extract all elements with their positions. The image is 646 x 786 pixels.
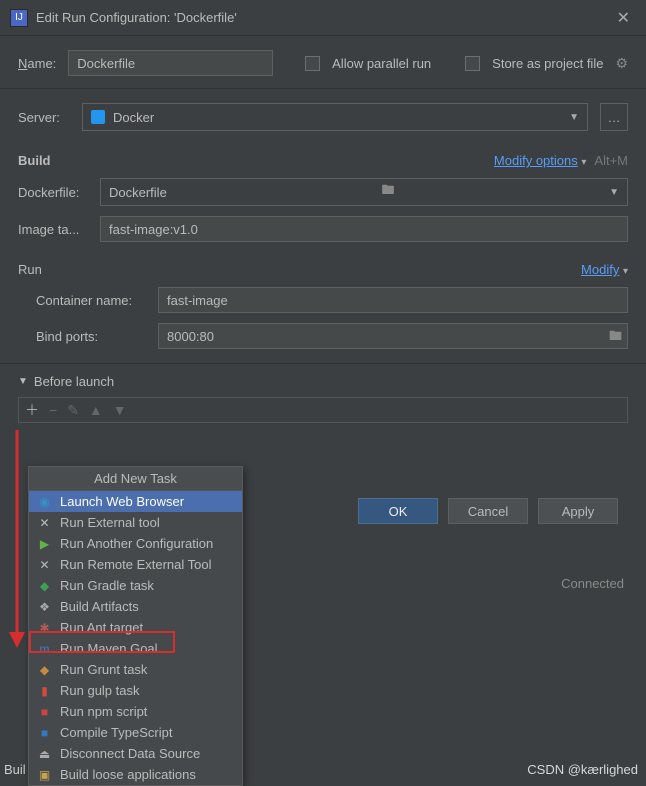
remove-button: − bbox=[49, 403, 57, 417]
cancel-button[interactable]: Cancel bbox=[448, 498, 528, 524]
titlebar: IJ Edit Run Configuration: 'Dockerfile' … bbox=[0, 0, 646, 36]
dockerfile-label: Dockerfile: bbox=[18, 185, 90, 200]
task-icon: ▮ bbox=[37, 683, 52, 698]
add-button[interactable]: ＋ bbox=[25, 403, 39, 417]
chevron-down-icon: ▾ bbox=[623, 266, 628, 277]
popup-item-label: Disconnect Data Source bbox=[60, 746, 200, 761]
folder-icon[interactable]: 🖿 bbox=[609, 327, 622, 349]
image-tag-label: Image ta... bbox=[18, 222, 90, 237]
popup-item[interactable]: ⏏ Disconnect Data Source bbox=[29, 743, 242, 764]
chevron-down-icon: ▼ bbox=[569, 112, 579, 123]
task-icon: ◆ bbox=[37, 662, 52, 677]
container-name-input[interactable] bbox=[158, 287, 628, 313]
task-icon: ▶ bbox=[37, 536, 52, 551]
task-icon: ⏏ bbox=[37, 746, 52, 761]
before-launch-toggle[interactable]: ▼ Before launch bbox=[18, 374, 628, 389]
gear-icon[interactable]: ⚙ bbox=[615, 55, 628, 72]
popup-item-label: Run Gradle task bbox=[60, 578, 154, 593]
popup-item[interactable]: ◆ Run Gradle task bbox=[29, 575, 242, 596]
popup-item[interactable]: m Run Maven Goal bbox=[29, 638, 242, 659]
footer-left: Buil bbox=[4, 762, 26, 777]
allow-parallel-checkbox[interactable] bbox=[305, 56, 320, 71]
triangle-down-icon: ▼ bbox=[18, 376, 28, 387]
popup-item-label: Run External tool bbox=[60, 515, 160, 530]
popup-item-label: Run npm script bbox=[60, 704, 147, 719]
task-icon: ✕ bbox=[37, 557, 52, 572]
store-as-file-checkbox[interactable] bbox=[465, 56, 480, 71]
task-icon: ▣ bbox=[37, 767, 52, 782]
connected-status: Connected bbox=[561, 576, 624, 591]
bind-ports-label: Bind ports: bbox=[36, 329, 148, 344]
chevron-down-icon: ▼ bbox=[609, 187, 619, 198]
server-more-button[interactable]: … bbox=[600, 103, 628, 131]
popup-item[interactable]: ▣ Build loose applications bbox=[29, 764, 242, 785]
task-icon: ◉ bbox=[37, 494, 52, 509]
task-icon: ✱ bbox=[37, 620, 52, 635]
popup-item-label: Build loose applications bbox=[60, 767, 196, 782]
apply-button[interactable]: Apply bbox=[538, 498, 618, 524]
task-icon: ◆ bbox=[37, 578, 52, 593]
popup-item-label: Run Remote External Tool bbox=[60, 557, 212, 572]
container-name-label: Container name: bbox=[36, 293, 148, 308]
popup-item[interactable]: ▶ Run Another Configuration bbox=[29, 533, 242, 554]
app-icon: IJ bbox=[10, 9, 28, 27]
popup-item-label: Launch Web Browser bbox=[60, 494, 184, 509]
dialog-buttons: OK Cancel Apply bbox=[358, 498, 618, 524]
server-value: Docker bbox=[113, 110, 154, 125]
move-up-button: ▲ bbox=[89, 403, 103, 417]
run-section-title: Run bbox=[18, 262, 42, 277]
bind-ports-input[interactable] bbox=[158, 323, 628, 349]
move-down-button: ▼ bbox=[113, 403, 127, 417]
store-as-file-label: Store as project file bbox=[492, 56, 603, 71]
modify-shortcut: Alt+M bbox=[594, 153, 628, 168]
before-launch-toolbar: ＋ − ✎ ▲ ▼ bbox=[18, 397, 628, 423]
add-task-popup: Add New Task ◉ Launch Web Browser ✕ Run Ext… bbox=[28, 466, 243, 786]
allow-parallel-label: Allow parallel run bbox=[332, 56, 431, 71]
popup-item[interactable]: ◉ Launch Web Browser bbox=[29, 491, 242, 512]
build-section-title: Build bbox=[18, 153, 51, 168]
task-icon: ■ bbox=[37, 704, 52, 719]
popup-item-label: Run Another Configuration bbox=[60, 536, 213, 551]
run-modify-link[interactable]: Modify ▾ bbox=[581, 262, 628, 277]
popup-title: Add New Task bbox=[29, 467, 242, 491]
dockerfile-select[interactable]: Dockerfile 🖿 ▼ bbox=[100, 178, 628, 206]
popup-item[interactable]: ■ Run npm script bbox=[29, 701, 242, 722]
window-title: Edit Run Configuration: 'Dockerfile' bbox=[36, 10, 611, 25]
server-select[interactable]: Docker ▼ bbox=[82, 103, 588, 131]
server-label: Server: bbox=[18, 110, 70, 125]
ok-button[interactable]: OK bbox=[358, 498, 438, 524]
popup-item-label: Run Grunt task bbox=[60, 662, 147, 677]
task-icon: ❖ bbox=[37, 599, 52, 614]
popup-item-label: Run Maven Goal bbox=[60, 641, 158, 656]
popup-item[interactable]: ✱ Run Ant target bbox=[29, 617, 242, 638]
task-icon: m bbox=[37, 641, 52, 656]
image-tag-input[interactable] bbox=[100, 216, 628, 242]
popup-item[interactable]: ■ Compile TypeScript bbox=[29, 722, 242, 743]
popup-item-label: Build Artifacts bbox=[60, 599, 139, 614]
folder-icon[interactable]: 🖿 bbox=[381, 181, 394, 203]
before-launch-label: Before launch bbox=[34, 374, 114, 389]
task-icon: ■ bbox=[37, 725, 52, 740]
name-input[interactable] bbox=[68, 50, 273, 76]
chevron-down-icon: ▾ bbox=[581, 157, 586, 168]
task-icon: ✕ bbox=[37, 515, 52, 530]
popup-item[interactable]: ❖ Build Artifacts bbox=[29, 596, 242, 617]
popup-item[interactable]: ✕ Run Remote External Tool bbox=[29, 554, 242, 575]
popup-item-label: Compile TypeScript bbox=[60, 725, 172, 740]
popup-item[interactable]: ✕ Run External tool bbox=[29, 512, 242, 533]
watermark: CSDN @kærlighed bbox=[527, 762, 638, 777]
dockerfile-value: Dockerfile bbox=[109, 185, 167, 200]
popup-item-label: Run gulp task bbox=[60, 683, 140, 698]
docker-icon bbox=[91, 110, 105, 124]
popup-item[interactable]: ◆ Run Grunt task bbox=[29, 659, 242, 680]
edit-button: ✎ bbox=[67, 403, 79, 417]
modify-options-link[interactable]: Modify options ▾ bbox=[494, 153, 586, 168]
popup-item-label: Run Ant target bbox=[60, 620, 143, 635]
name-label: Name: bbox=[18, 56, 56, 71]
close-icon[interactable]: ✕ bbox=[611, 4, 636, 32]
popup-item[interactable]: ▮ Run gulp task bbox=[29, 680, 242, 701]
